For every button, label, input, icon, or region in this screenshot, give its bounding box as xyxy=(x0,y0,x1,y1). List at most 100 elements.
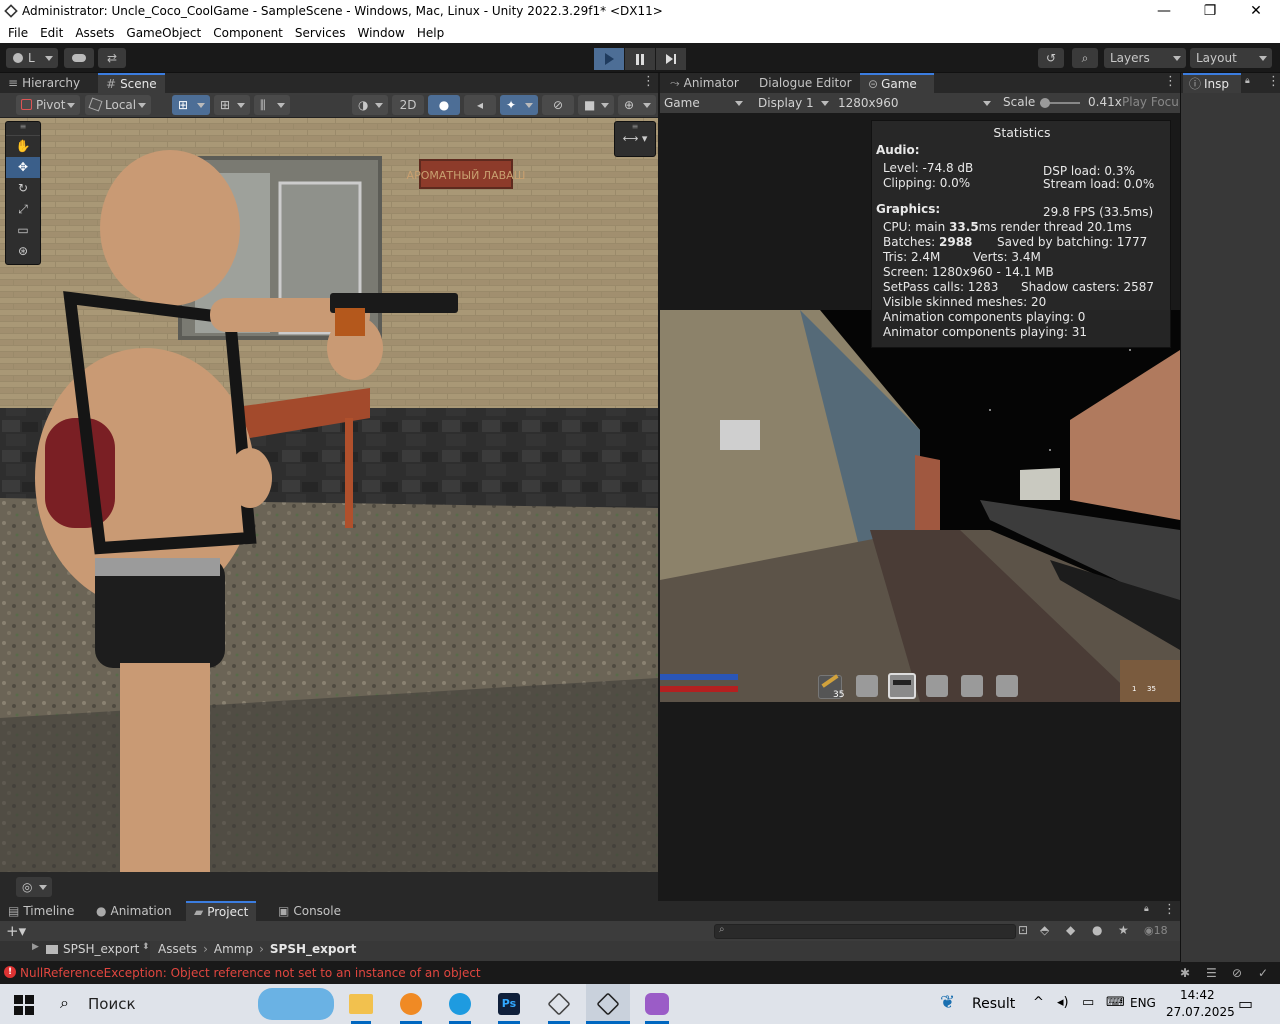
effects-button[interactable]: ✦ xyxy=(500,95,538,115)
menu-gameobject[interactable]: GameObject xyxy=(120,23,207,43)
input-method-icon[interactable]: ⌨ xyxy=(1106,995,1125,1010)
notification-icon[interactable]: ▭ xyxy=(1238,994,1253,1013)
layers-dropdown[interactable]: Layers xyxy=(1104,48,1186,68)
account-dropdown[interactable]: L xyxy=(6,48,58,68)
rotate-tool-icon[interactable]: ↻ xyxy=(6,178,40,199)
clock-time[interactable]: 14:42 xyxy=(1180,988,1215,1002)
mask-app-icon[interactable] xyxy=(645,993,669,1015)
collab-button[interactable]: ⇄ xyxy=(98,48,126,68)
warning-filter-icon[interactable]: ● xyxy=(1092,923,1102,937)
debug-icon[interactable]: ✱ xyxy=(1180,966,1190,980)
lighting-button[interactable]: ● xyxy=(428,95,460,115)
menu-edit[interactable]: Edit xyxy=(34,23,69,43)
minimize-button[interactable]: — xyxy=(1141,0,1187,23)
menu-file[interactable]: File xyxy=(0,23,34,43)
scale-tool-icon[interactable]: ⤢ xyxy=(6,199,40,220)
blender-icon[interactable] xyxy=(400,993,422,1015)
windows-start-icon[interactable] xyxy=(14,995,34,1015)
tab-animation[interactable]: ● Animation xyxy=(88,901,180,921)
breadcrumb-assets[interactable]: Assets xyxy=(158,942,197,956)
file-explorer-icon[interactable] xyxy=(349,994,373,1014)
display-dropdown[interactable]: Display 1 xyxy=(758,94,834,112)
scene-camera-overlay-button[interactable]: ◎ xyxy=(16,877,52,897)
cloud-button[interactable] xyxy=(64,48,94,68)
inspector-more-icon[interactable] xyxy=(1267,74,1280,89)
tab-console[interactable]: ▣ Console xyxy=(270,901,349,921)
menu-assets[interactable]: Assets xyxy=(69,23,120,43)
photoshop-icon[interactable]: Ps xyxy=(498,993,520,1015)
unity-hub-icon[interactable] xyxy=(547,992,571,1016)
game-view[interactable]: 35 1 35 Statistics Audio: Level: -74.8 d… xyxy=(660,118,1180,898)
resolution-dropdown[interactable]: 1280x960 xyxy=(838,94,996,112)
weather-widget[interactable]: ❦ Result xyxy=(940,984,1024,1024)
layout-dropdown[interactable]: Layout xyxy=(1190,48,1272,68)
draw-mode-button[interactable]: ◑ xyxy=(352,95,388,115)
audio-button[interactable]: ◂ xyxy=(464,95,496,115)
scene-more-icon[interactable] xyxy=(642,74,655,89)
toggle-2d-button[interactable]: 2D xyxy=(392,95,424,115)
taskbar-search-box[interactable]: ⌕ Поиск xyxy=(48,984,248,1024)
clock-date[interactable]: 27.07.2025 xyxy=(1166,1005,1235,1019)
auto-generate-lighting-icon[interactable]: ⊘ xyxy=(1232,966,1242,980)
progress-check-icon[interactable]: ✓ xyxy=(1258,966,1268,980)
step-button[interactable] xyxy=(656,48,686,70)
breadcrumb-spsh-export[interactable]: SPSH_export xyxy=(270,942,357,956)
unity-editor-taskbar-button[interactable] xyxy=(586,984,630,1024)
camera-button[interactable]: ■ xyxy=(578,95,614,115)
tab-game[interactable]: ⊝ Game xyxy=(860,73,934,93)
search-highlight-whale-icon[interactable] xyxy=(258,988,334,1020)
play-focused-dropdown[interactable]: Play Focu xyxy=(1122,95,1179,109)
game-view-dropdown[interactable]: Game xyxy=(664,94,748,112)
menu-component[interactable]: Component xyxy=(207,23,289,43)
game-more-icon[interactable] xyxy=(1164,74,1177,89)
visibility-button[interactable]: ⊘ xyxy=(542,95,574,115)
breadcrumb-ammp[interactable]: Ammp xyxy=(214,942,253,956)
tab-project[interactable]: ▰ Project xyxy=(186,901,257,921)
menu-window[interactable]: Window xyxy=(352,23,411,43)
increment-snap-button[interactable]: ⫼ xyxy=(254,95,290,115)
tab-animator[interactable]: ⤳ Animator xyxy=(662,73,747,93)
search-button[interactable]: ⌕ xyxy=(1072,48,1098,68)
folder-expand-icon[interactable]: ▶ xyxy=(32,942,39,952)
orientation-overlay[interactable]: ≡ ⟷ ▾ xyxy=(614,121,656,157)
menu-services[interactable]: Services xyxy=(289,23,352,43)
scale-slider[interactable] xyxy=(1040,98,1080,108)
maximize-button[interactable]: ❐ xyxy=(1187,0,1233,23)
scale-slider-thumb[interactable] xyxy=(1040,98,1050,108)
grid-toggle-button[interactable]: ⊞ xyxy=(214,95,250,115)
tab-inspector[interactable]: ⓘ Insp xyxy=(1183,73,1241,93)
tree-scroll-icon[interactable]: ⬍ xyxy=(142,942,150,952)
menu-help[interactable]: Help xyxy=(411,23,450,43)
tray-chevron-icon[interactable]: ^ xyxy=(1033,995,1044,1010)
pivot-dropdown[interactable]: Pivot xyxy=(16,95,80,115)
search-by-type-icon[interactable]: ⊡ xyxy=(1018,923,1028,937)
close-button[interactable]: ✕ xyxy=(1233,0,1279,23)
project-more-icon[interactable] xyxy=(1163,902,1176,917)
create-plus-icon[interactable]: +▾ xyxy=(6,922,26,940)
cache-server-icon[interactable]: ☰ xyxy=(1206,966,1217,980)
volume-icon[interactable]: ◂) xyxy=(1057,995,1069,1010)
local-dropdown[interactable]: Local xyxy=(85,95,151,115)
gizmos-button[interactable]: ⊕ xyxy=(618,95,656,115)
favorite-star-icon[interactable]: ★ xyxy=(1118,923,1129,937)
tree-folder-label[interactable]: SPSH_export xyxy=(63,942,139,956)
tab-hierarchy[interactable]: ≡ Hierarchy xyxy=(0,73,88,93)
play-button[interactable] xyxy=(594,48,624,70)
hidden-packages-toggle[interactable]: ◉18 xyxy=(1144,924,1168,937)
tab-timeline[interactable]: ▤ Timeline xyxy=(0,901,82,921)
project-search-input[interactable]: ⌕ xyxy=(714,924,1016,939)
browser-icon[interactable] xyxy=(449,993,471,1015)
grid-snap-button[interactable]: ⊞ xyxy=(172,95,210,115)
rect-tool-icon[interactable]: ▭ xyxy=(6,220,40,241)
project-lock-icon[interactable]: 🔒︎ xyxy=(1144,904,1149,914)
filter-type-icon[interactable]: ⬘ xyxy=(1040,923,1049,937)
transform-tool-icon[interactable]: ⊛ xyxy=(6,241,40,262)
console-error-message[interactable]: NullReferenceException: Object reference… xyxy=(20,966,481,980)
hand-tool-icon[interactable]: ✋ xyxy=(6,136,40,157)
pause-button[interactable] xyxy=(625,48,655,70)
lock-icon[interactable]: 🔒︎ xyxy=(1245,76,1250,86)
move-tool-icon[interactable]: ✥ xyxy=(6,157,40,178)
network-icon[interactable]: ▭ xyxy=(1082,995,1094,1010)
tab-dialogue-editor[interactable]: Dialogue Editor xyxy=(751,73,860,93)
scene-view[interactable]: АРОМАТНЫЙ ЛАВАШ ≡ ✋ ✥ ↻ ⤢ ▭ ⊛ ≡ ⟷ ▾ xyxy=(0,118,658,872)
